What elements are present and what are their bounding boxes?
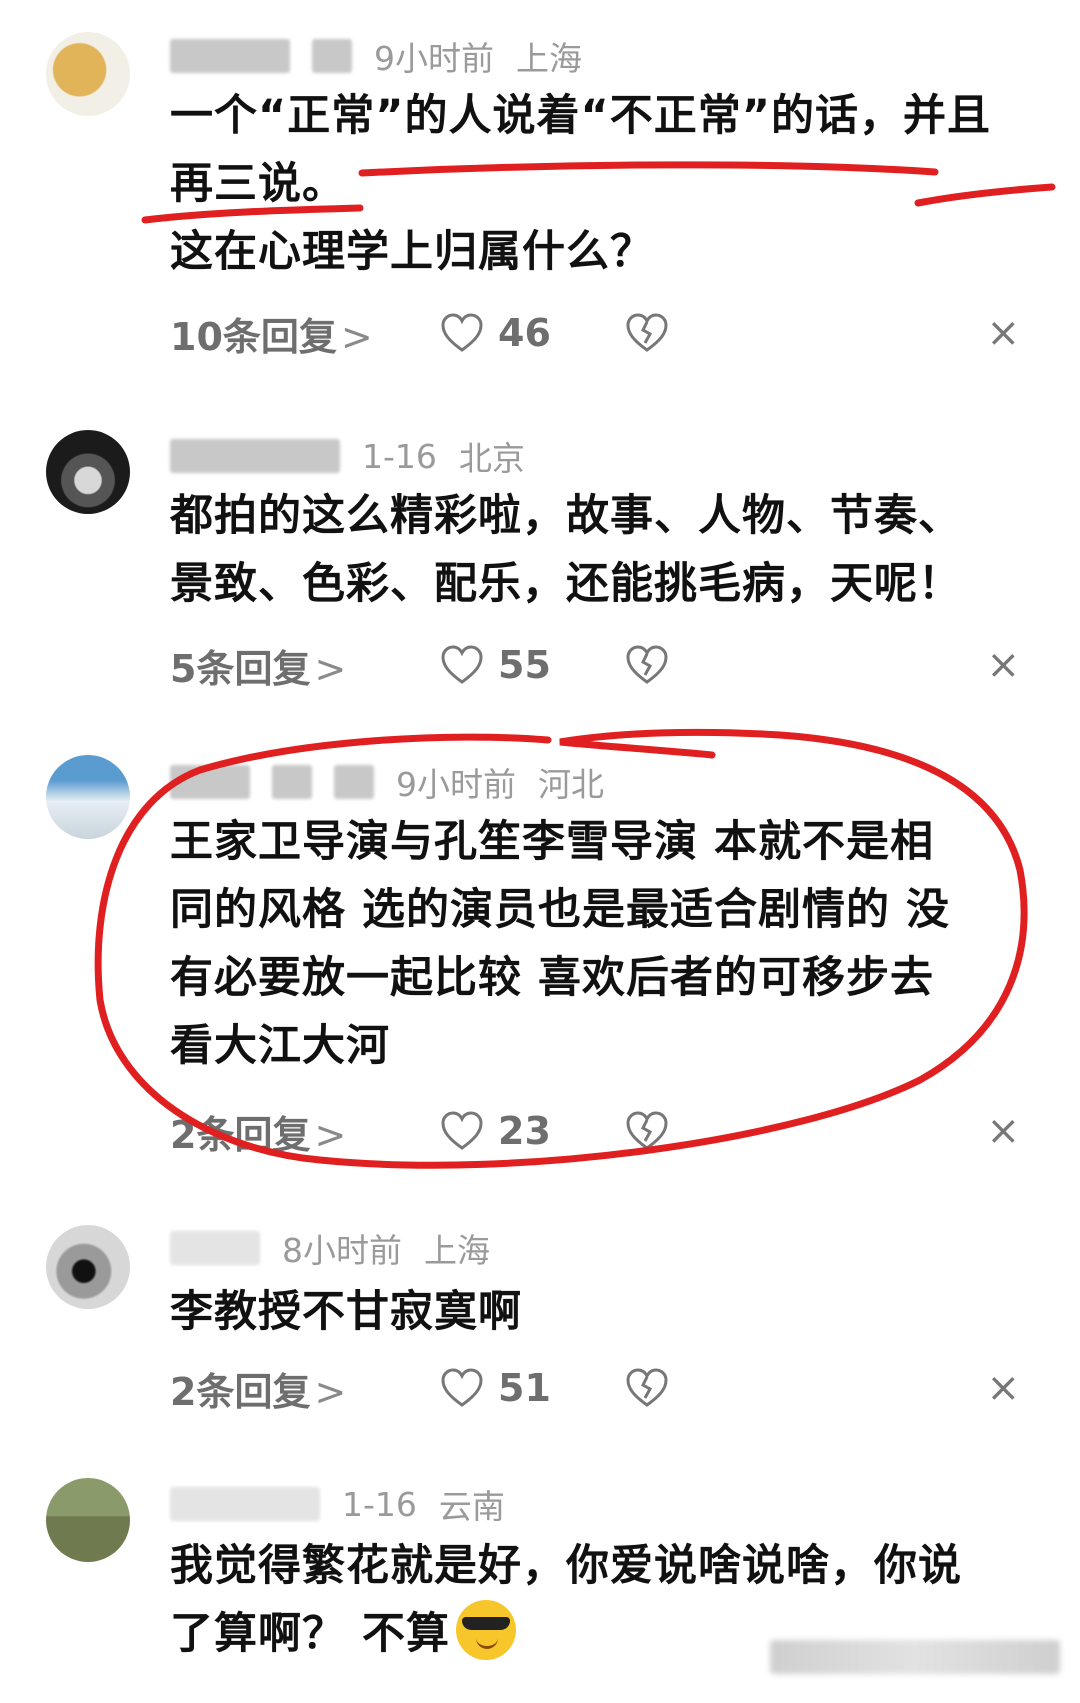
like-count: 46 — [498, 311, 551, 355]
avatar[interactable] — [46, 32, 130, 116]
replies-label: 10条回复 — [170, 314, 337, 359]
comment-meta: 9小时前 上海 — [170, 36, 582, 78]
username-blurred — [170, 1487, 320, 1521]
comment-meta: 9小时前 河北 — [170, 762, 604, 804]
comment-location: 河北 — [538, 765, 604, 804]
heart-outline-icon — [441, 645, 483, 684]
replies-link[interactable]: 5条回复 > — [170, 638, 440, 693]
comment-actions: 5条回复 > 55 × — [170, 637, 1030, 693]
replies-link[interactable]: 10条回复 > — [170, 306, 440, 361]
comment-line: 这在心理学上归属什么？ — [170, 227, 654, 277]
like-button[interactable]: 46 — [440, 311, 625, 355]
comment-line-text: 了算啊？ 不算 — [170, 1609, 450, 1659]
chevron-right-icon: > — [340, 314, 373, 359]
avatar[interactable] — [46, 755, 130, 839]
close-icon[interactable]: × — [986, 1365, 1020, 1411]
close-icon[interactable]: × — [986, 1108, 1020, 1154]
username-blurred — [170, 765, 250, 799]
comment-line: 景致、色彩、配乐，还能挑毛病，天呢！ — [170, 559, 962, 609]
comment-text: 李教授不甘寂寞啊 — [170, 1278, 1050, 1346]
comment-time: 1-16 — [362, 436, 437, 476]
avatar[interactable] — [46, 1478, 130, 1562]
like-count: 51 — [498, 1366, 551, 1410]
comment-line: 再三说。 — [170, 159, 346, 209]
broken-heart-icon — [626, 313, 668, 352]
replies-link[interactable]: 2条回复 > — [170, 1361, 440, 1416]
comment-location: 上海 — [516, 39, 582, 78]
replies-label: 5条回复 — [170, 646, 311, 691]
username-blurred — [272, 765, 312, 799]
username-blurred — [170, 1231, 260, 1265]
broken-heart-icon — [626, 645, 668, 684]
comment-line: 李教授不甘寂寞啊 — [170, 1287, 522, 1337]
chevron-right-icon: > — [314, 1369, 347, 1414]
comment-line: 同的风格 选的演员也是最适合剧情的 没 — [170, 885, 950, 935]
comment-time: 9小时前 — [374, 39, 494, 78]
comment-time: 9小时前 — [396, 765, 516, 804]
like-button[interactable]: 55 — [440, 643, 625, 687]
avatar[interactable] — [46, 430, 130, 514]
comment-line: 王家卫导演与孔笙李雪导演 本就不是相 — [170, 817, 934, 867]
comment-line: 都拍的这么精彩啦，故事、人物、节奏、 — [170, 491, 962, 541]
heart-outline-icon — [441, 1368, 483, 1407]
like-button[interactable]: 51 — [440, 1366, 625, 1410]
comment-meta: 1-16 云南 — [170, 1484, 505, 1526]
comment-meta: 1-16 北京 — [170, 436, 525, 478]
comment-text: 都拍的这么精彩啦，故事、人物、节奏、 景致、色彩、配乐，还能挑毛病，天呢！ — [170, 482, 1050, 618]
dislike-button[interactable] — [625, 1368, 685, 1408]
close-icon[interactable]: × — [986, 642, 1020, 688]
dislike-button[interactable] — [625, 645, 685, 685]
comment-line: 看大江大河 — [170, 1021, 390, 1071]
username-blurred — [334, 765, 374, 799]
comment-line: 一个“正常”的人说着“不正常”的话，并且 — [170, 91, 992, 141]
heart-outline-icon — [441, 313, 483, 352]
close-icon[interactable]: × — [986, 310, 1020, 356]
comment-actions: 10条回复 > 46 × — [170, 305, 1030, 361]
comment-location: 云南 — [438, 1487, 505, 1526]
dislike-button[interactable] — [625, 313, 685, 353]
replies-link[interactable]: 2条回复 > — [170, 1104, 440, 1159]
comment-actions: 2条回复 > 51 × — [170, 1360, 1030, 1416]
comment-location: 北京 — [458, 439, 525, 478]
like-count: 55 — [498, 643, 551, 687]
chevron-right-icon: > — [314, 1112, 347, 1157]
replies-label: 2条回复 — [170, 1112, 311, 1157]
broken-heart-icon — [626, 1368, 668, 1407]
comment-time: 1-16 — [342, 1484, 417, 1524]
comment-line: 有必要放一起比较 喜欢后者的可移步去 — [170, 953, 934, 1003]
chevron-right-icon: > — [314, 646, 347, 691]
like-button[interactable]: 23 — [440, 1109, 625, 1153]
sunglasses-emoji-icon — [455, 1600, 516, 1660]
dislike-button[interactable] — [625, 1111, 685, 1151]
username-blurred — [170, 39, 290, 73]
broken-heart-icon — [626, 1111, 668, 1150]
avatar[interactable] — [46, 1225, 130, 1309]
comment-actions: 2条回复 > 23 × — [170, 1103, 1030, 1159]
replies-label: 2条回复 — [170, 1369, 311, 1414]
username-blurred — [170, 439, 340, 473]
comment-meta: 8小时前 上海 — [170, 1228, 490, 1270]
comment-time: 8小时前 — [282, 1231, 402, 1270]
comment-line: 我觉得繁花就是好，你爱说啥说啥，你说 — [170, 1541, 962, 1591]
comment-location: 上海 — [424, 1231, 490, 1270]
comment-text: 王家卫导演与孔笙李雪导演 本就不是相 同的风格 选的演员也是最适合剧情的 没 有… — [170, 808, 1050, 1080]
like-count: 23 — [498, 1109, 551, 1153]
watermark-blurred — [770, 1640, 1060, 1674]
comment-text: 一个“正常”的人说着“不正常”的话，并且 再三说。 这在心理学上归属什么？ — [170, 82, 1050, 286]
username-blurred — [312, 39, 352, 73]
heart-outline-icon — [441, 1111, 483, 1150]
